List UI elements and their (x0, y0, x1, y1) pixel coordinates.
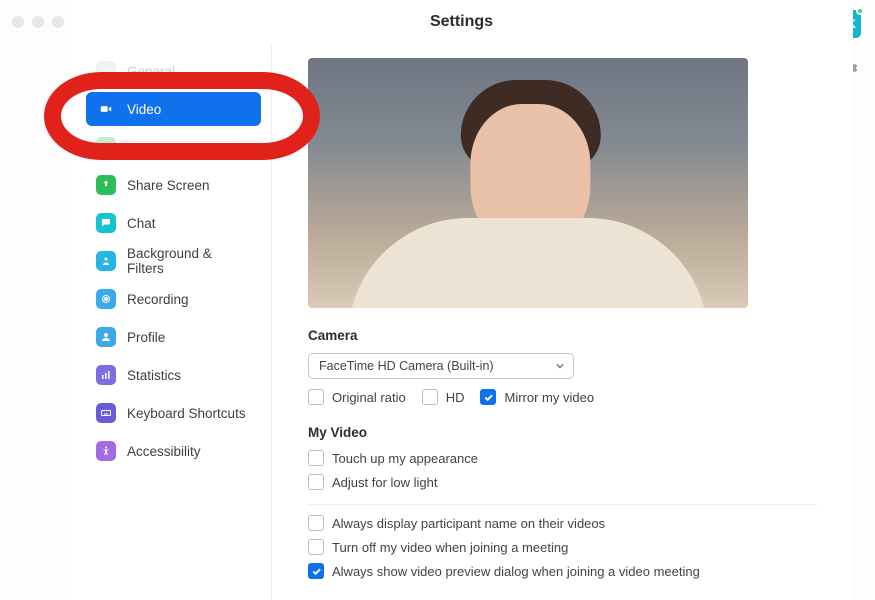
record-icon (96, 289, 116, 309)
chevron-down-icon (555, 361, 565, 371)
sidebar-item-keyboard-shortcuts[interactable]: Keyboard Shortcuts (86, 396, 261, 430)
sidebar-item-chat[interactable]: Chat (86, 206, 261, 240)
checkbox-label: Always show video preview dialog when jo… (332, 564, 700, 579)
sidebar-item-label: General (127, 64, 175, 79)
sidebar-item-label: Video (127, 102, 161, 117)
camera-option-1[interactable]: HD (422, 389, 465, 405)
camera-select-value: FaceTime HD Camera (Built-in) (319, 359, 494, 373)
camera-option-2[interactable]: Mirror my video (480, 389, 594, 405)
sidebar-item-statistics[interactable]: Statistics (86, 358, 261, 392)
sidebar-item-share-screen[interactable]: Share Screen (86, 168, 261, 202)
checkbox-label: Original ratio (332, 390, 406, 405)
chat-icon (96, 213, 116, 233)
camera-select[interactable]: FaceTime HD Camera (Built-in) (308, 353, 574, 379)
sidebar-item-label: Share Screen (127, 178, 210, 193)
video-preview (308, 58, 748, 308)
sidebar-item-label: Profile (127, 330, 165, 345)
audio-icon (96, 137, 116, 157)
checkbox-label: Adjust for low light (332, 475, 438, 490)
sidebar-item-accessibility[interactable]: Accessibility (86, 434, 261, 468)
status-dot-online (856, 7, 864, 15)
access-icon (96, 441, 116, 461)
window-traffic-dots (12, 16, 64, 28)
video-icon (96, 99, 116, 119)
sidebar-item-recording[interactable]: Recording (86, 282, 261, 316)
sidebar: General Video Share Screen Chat Background &… (70, 44, 272, 600)
sidebar-item-label: Chat (127, 216, 156, 231)
settings-icon (96, 61, 116, 81)
settings-window: Settings General Video Share Screen Chat Bac… (70, 0, 853, 600)
checkbox[interactable] (308, 450, 324, 466)
main-panel: Camera FaceTime HD Camera (Built-in) Ori… (272, 44, 853, 600)
profile-icon (96, 327, 116, 347)
stats-icon (96, 365, 116, 385)
checkbox-label: Always display participant name on their… (332, 516, 605, 531)
sidebar-item-label: Accessibility (127, 444, 201, 459)
meeting-option-2[interactable]: Always show video preview dialog when jo… (308, 563, 817, 579)
checkbox-label: Mirror my video (504, 390, 594, 405)
myvideo-option-0[interactable]: Touch up my appearance (308, 450, 817, 466)
checkbox-label: HD (446, 390, 465, 405)
titlebar: Settings (70, 0, 853, 44)
content: General Video Share Screen Chat Background &… (70, 44, 853, 600)
checkbox[interactable] (422, 389, 438, 405)
checkbox[interactable] (308, 389, 324, 405)
sidebar-item-label: Background & Filters (127, 246, 251, 276)
traffic-dot (32, 16, 44, 28)
my-video-section-title: My Video (308, 425, 817, 440)
bgfilters-icon (96, 251, 116, 271)
traffic-dot (52, 16, 64, 28)
checkbox[interactable] (308, 539, 324, 555)
sidebar-item-background-filters[interactable]: Background & Filters (86, 244, 261, 278)
checkbox[interactable] (480, 389, 496, 405)
checkbox[interactable] (308, 563, 324, 579)
checkbox-label: Turn off my video when joining a meeting (332, 540, 568, 555)
sidebar-item-profile[interactable]: Profile (86, 320, 261, 354)
sidebar-item-general[interactable]: General (86, 54, 261, 88)
camera-section-title: Camera (308, 328, 817, 343)
sidebar-item-video[interactable]: Video (86, 92, 261, 126)
share-icon (96, 175, 116, 195)
keyboard-icon (96, 403, 116, 423)
sidebar-item-label: Statistics (127, 368, 181, 383)
sidebar-item-item[interactable] (86, 130, 261, 164)
myvideo-option-1[interactable]: Adjust for low light (308, 474, 817, 490)
traffic-dot (12, 16, 24, 28)
checkbox[interactable] (308, 515, 324, 531)
meeting-option-1[interactable]: Turn off my video when joining a meeting (308, 539, 817, 555)
divider (308, 504, 817, 505)
meeting-option-0[interactable]: Always display participant name on their… (308, 515, 817, 531)
checkbox-label: Touch up my appearance (332, 451, 478, 466)
sidebar-item-label: Recording (127, 292, 189, 307)
checkbox[interactable] (308, 474, 324, 490)
camera-option-0[interactable]: Original ratio (308, 389, 406, 405)
sidebar-item-label: Keyboard Shortcuts (127, 406, 246, 421)
window-title: Settings (430, 13, 493, 31)
